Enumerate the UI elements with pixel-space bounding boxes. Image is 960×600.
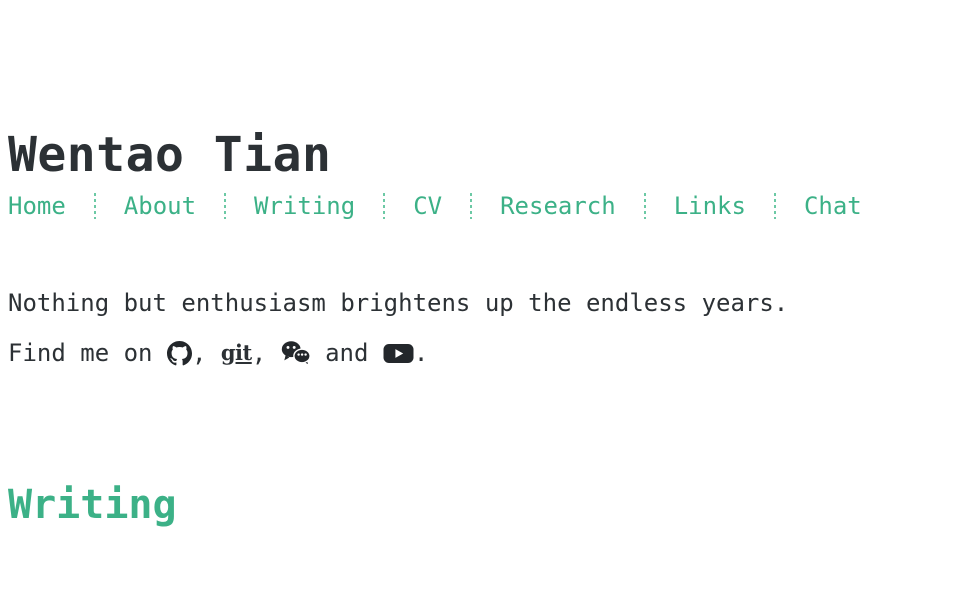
github-icon[interactable] <box>166 340 192 366</box>
nav-item-home[interactable]: Home <box>8 190 66 222</box>
nav-separator <box>224 193 227 219</box>
nav-item-chat[interactable]: Chat <box>804 190 862 222</box>
nav-item-links[interactable]: Links <box>674 190 746 222</box>
nav-separator <box>93 193 96 219</box>
comma-after-github: , <box>191 339 221 367</box>
find-me-prefix: Find me on <box>8 339 167 367</box>
nav-item-writing[interactable]: Writing <box>254 190 355 222</box>
git-wordmark[interactable]: git <box>221 342 252 363</box>
conjunction-and: and <box>310 339 383 367</box>
nav-item-cv[interactable]: CV <box>413 190 442 222</box>
nav-item-about[interactable]: About <box>124 190 196 222</box>
nav-separator <box>643 193 646 219</box>
find-me-line: Find me on , git , and . <box>8 328 960 378</box>
comma-after-git: , <box>251 339 281 367</box>
main-navigation: Home About Writing CV Research Links Cha… <box>8 190 960 222</box>
page-content: Wentao Tian Home About Writing CV Resear… <box>0 0 960 529</box>
nav-separator <box>470 193 473 219</box>
intro-block: Nothing but enthusiasm brightens up the … <box>8 278 960 378</box>
nav-separator <box>773 193 776 219</box>
wechat-icon[interactable] <box>281 340 311 366</box>
trailing-period: . <box>413 339 429 367</box>
section-heading-writing: Writing <box>8 482 177 528</box>
tagline: Nothing but enthusiasm brightens up the … <box>8 289 789 317</box>
page-title: Wentao Tian <box>8 127 332 183</box>
nav-item-research[interactable]: Research <box>500 190 616 222</box>
nav-separator <box>383 193 386 219</box>
youtube-icon[interactable] <box>383 342 414 365</box>
